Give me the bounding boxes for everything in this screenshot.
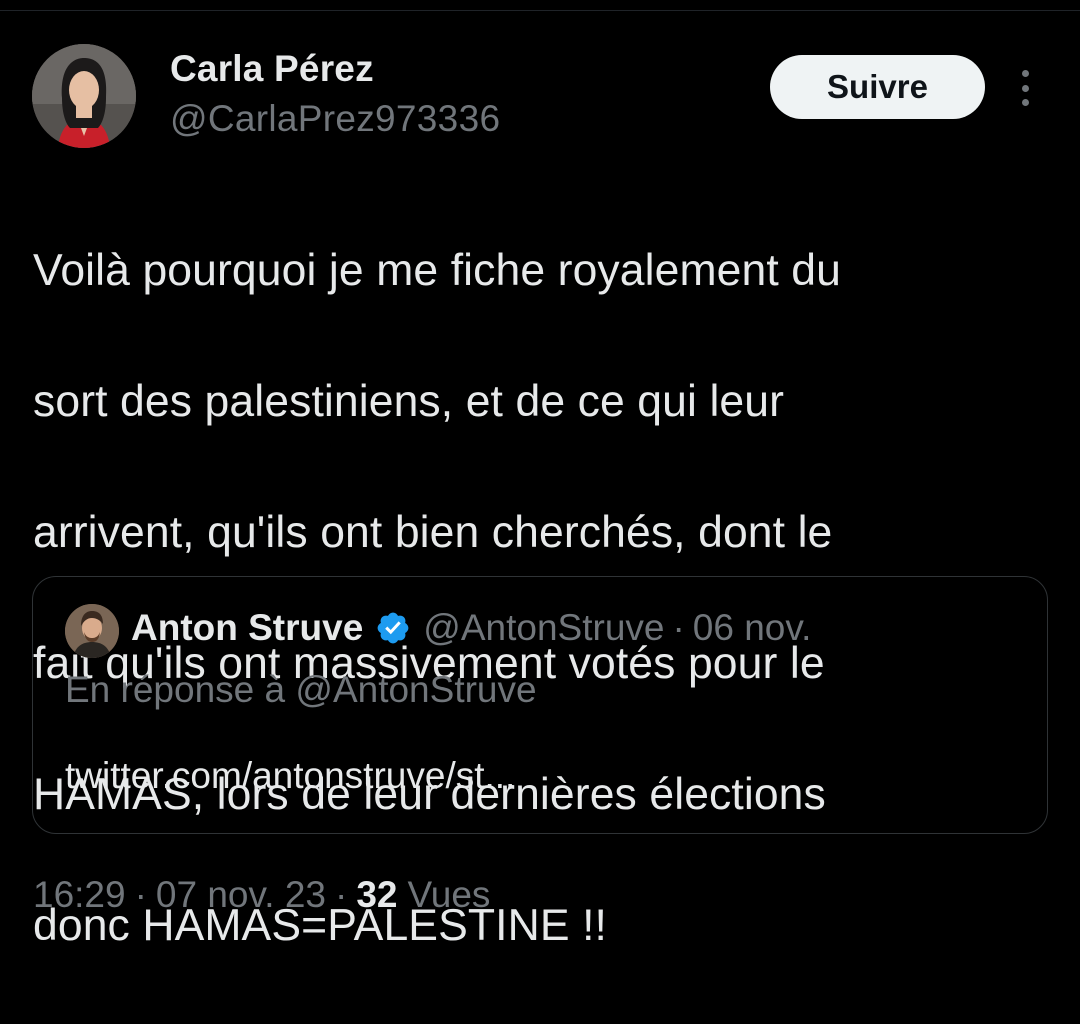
views-count: 32: [356, 874, 398, 915]
quote-author-avatar[interactable]: [65, 604, 119, 658]
tweet-text-line: Voilà pourquoi je me fiche royalement du: [33, 245, 841, 295]
follow-button[interactable]: Suivre: [770, 55, 985, 119]
quote-link[interactable]: twitter.com/antonstruve/st...: [65, 755, 515, 797]
quote-author-name[interactable]: Anton Struve: [131, 607, 363, 649]
quote-header: Anton Struve @AntonStruve · 06 nov.: [131, 607, 811, 649]
quoted-tweet-card[interactable]: Anton Struve @AntonStruve · 06 nov. En r…: [32, 576, 1048, 834]
meta-separator: ·: [334, 874, 348, 915]
author-name[interactable]: Carla Pérez: [170, 48, 374, 90]
more-dot: [1021, 70, 1029, 77]
quote-author-handle[interactable]: @AntonStruve: [423, 607, 664, 649]
tweet-meta: 16:29 · 07 nov. 23 · 32 Vues: [33, 874, 490, 916]
more-dot: [1021, 84, 1029, 92]
top-divider: [0, 10, 1080, 11]
meta-separator: ·: [134, 874, 147, 915]
quote-separator: ·: [672, 607, 685, 648]
quote-reply-context: En réponse à @AntonStruve: [65, 669, 537, 710]
more-vertical-icon[interactable]: [1010, 66, 1040, 110]
author-handle[interactable]: @CarlaPrez973336: [170, 98, 500, 140]
tweet-time[interactable]: 16:29: [33, 874, 126, 916]
views-label: Vues: [407, 874, 491, 915]
verified-badge-icon: [377, 612, 409, 644]
more-dot: [1021, 99, 1029, 106]
quote-date[interactable]: 06 nov.: [693, 607, 812, 649]
author-avatar[interactable]: [32, 44, 136, 148]
tweet-text-line: arrivent, qu'ils ont bien cherchés, dont…: [33, 507, 833, 557]
tweet-date[interactable]: 07 nov. 23: [156, 874, 326, 916]
tweet-text-line: sort des palestiniens, et de ce qui leur: [33, 376, 785, 426]
